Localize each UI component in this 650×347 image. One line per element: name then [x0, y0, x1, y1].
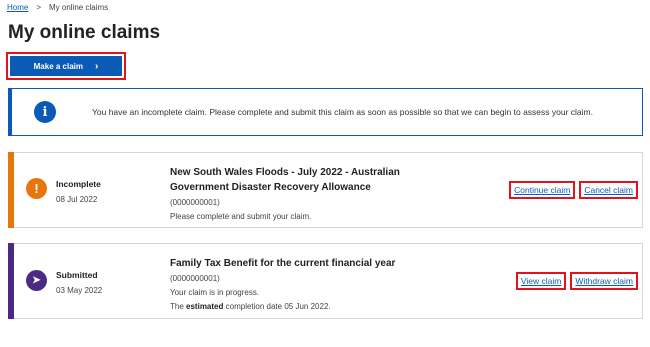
view-claim-link[interactable]: View claim: [515, 272, 567, 290]
breadcrumb-current: My online claims: [49, 3, 109, 12]
claim-actions: Continue claim Cancel claim: [509, 181, 638, 199]
claim-date: 08 Jul 2022: [56, 195, 98, 204]
status-bar: [8, 152, 14, 228]
claim-card-incomplete: ! Incomplete 08 Jul 2022 New South Wales…: [8, 152, 643, 228]
claim-title: Family Tax Benefit for the current finan…: [170, 258, 396, 269]
claim-status: Incomplete: [56, 179, 101, 189]
completion-bold: estimated: [186, 302, 224, 311]
claim-date: 03 May 2022: [56, 286, 103, 295]
claim-message: Please complete and submit your claim.: [170, 212, 312, 221]
exclamation-icon: !: [26, 178, 47, 199]
claim-card-submitted: ➤ Submitted 03 May 2022 Family Tax Benef…: [8, 243, 643, 319]
claim-completion-date: The estimated completion date 05 Jun 202…: [170, 300, 430, 314]
claim-status: Submitted: [56, 270, 98, 280]
claim-details: New South Wales Floods - July 2022 - Aus…: [170, 165, 410, 224]
claim-reference: (0000000001): [170, 274, 220, 283]
cancel-claim-link[interactable]: Cancel claim: [579, 181, 638, 199]
claim-actions: View claim Withdraw claim: [515, 272, 638, 290]
claim-title: New South Wales Floods - July 2022 - Aus…: [170, 167, 400, 193]
info-icon: i: [34, 101, 56, 123]
breadcrumb-home-link[interactable]: Home: [7, 3, 28, 12]
continue-claim-link[interactable]: Continue claim: [509, 181, 576, 199]
make-claim-highlight: Make a claim ›: [6, 52, 126, 80]
incomplete-claim-notice: i You have an incomplete claim. Please c…: [8, 88, 643, 136]
claim-message: Your claim is in progress.: [170, 288, 260, 297]
make-claim-button[interactable]: Make a claim ›: [10, 56, 122, 76]
claim-details: Family Tax Benefit for the current finan…: [170, 256, 430, 314]
status-bar: [8, 243, 14, 319]
breadcrumb-separator: >: [36, 3, 42, 12]
chevron-right-icon: ›: [95, 60, 99, 72]
withdraw-claim-link[interactable]: Withdraw claim: [570, 272, 638, 290]
make-claim-label: Make a claim: [33, 61, 84, 71]
completion-suffix: completion date 05 Jun 2022.: [225, 302, 331, 311]
page-title: My online claims: [8, 22, 161, 43]
completion-prefix: The: [170, 302, 184, 311]
breadcrumb: Home > My online claims: [7, 3, 108, 12]
paper-plane-icon: ➤: [26, 270, 47, 291]
notice-text: You have an incomplete claim. Please com…: [92, 107, 593, 117]
claim-reference: (0000000001): [170, 198, 220, 207]
